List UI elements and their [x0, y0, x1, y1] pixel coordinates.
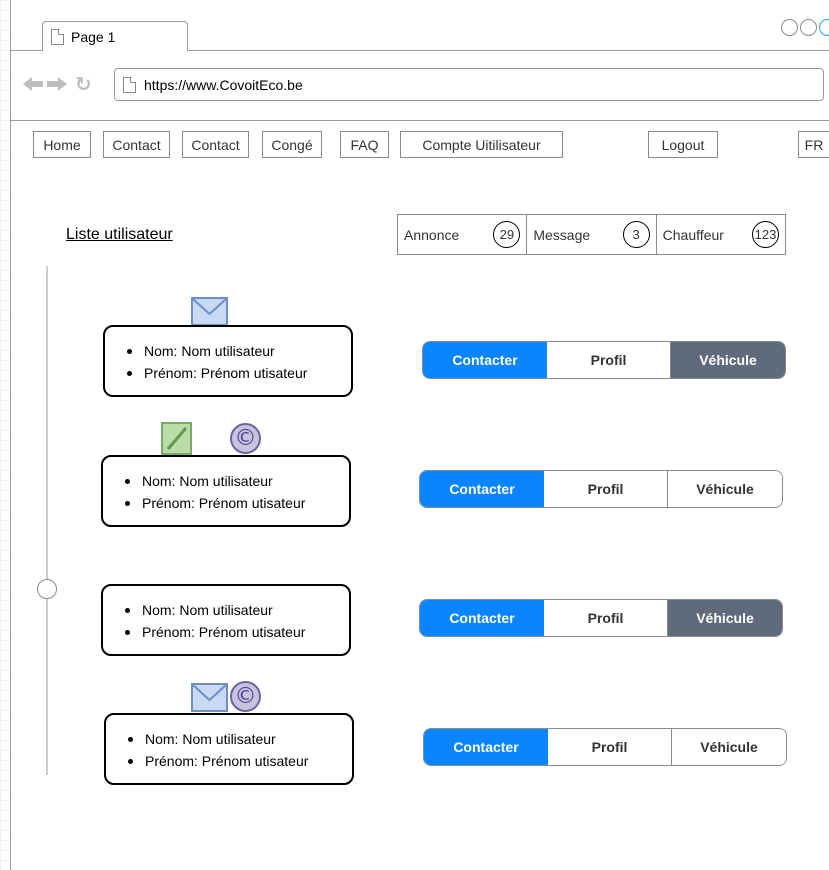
- user-actions: Contacter Profil Véhicule: [419, 470, 783, 508]
- user-nom: Nom: Nom utilisateur: [125, 470, 349, 492]
- nav-contact-button[interactable]: Contact: [103, 131, 170, 158]
- mail-icon[interactable]: [191, 683, 228, 712]
- contacter-button[interactable]: Contacter: [420, 471, 544, 507]
- vehicule-button[interactable]: Véhicule: [668, 600, 782, 636]
- vehicule-button[interactable]: Véhicule: [672, 729, 786, 765]
- address-row: ↻ https://www.CovoitEco.be: [11, 51, 829, 121]
- edit-icon[interactable]: [161, 422, 192, 455]
- timeline-line: [46, 266, 48, 775]
- stat-count-badge: 123: [751, 221, 779, 248]
- stat-chauffeur[interactable]: Chauffeur 123: [657, 215, 785, 254]
- copyright-icon[interactable]: ©: [230, 423, 261, 454]
- user-actions: Contacter Profil Véhicule: [422, 341, 786, 379]
- window-close-icon[interactable]: [819, 19, 829, 36]
- stat-label: Message: [533, 226, 591, 243]
- user-nom: Nom: Nom utilisateur: [128, 728, 352, 750]
- nav-contact-2-button[interactable]: Contact: [182, 131, 249, 158]
- user-card[interactable]: Nom: Nom utilisateur Prénom: Prénom utis…: [101, 455, 351, 527]
- browser-tab[interactable]: Page 1: [42, 21, 188, 52]
- stat-count-badge: 29: [493, 221, 521, 248]
- user-card[interactable]: Nom: Nom utilisateur Prénom: Prénom utis…: [104, 713, 354, 785]
- user-prenom: Prénom: Prénom utisateur: [127, 362, 351, 384]
- window-minimize-icon[interactable]: [781, 19, 798, 36]
- user-nom: Nom: Nom utilisateur: [125, 599, 349, 621]
- user-actions: Contacter Profil Véhicule: [419, 599, 783, 637]
- profil-button[interactable]: Profil: [544, 471, 668, 507]
- page-icon: [123, 76, 136, 93]
- reload-icon[interactable]: ↻: [75, 74, 92, 94]
- user-card[interactable]: Nom: Nom utilisateur Prénom: Prénom utis…: [101, 584, 351, 656]
- back-arrow-icon[interactable]: [23, 77, 43, 91]
- nav-faq-button[interactable]: FAQ: [340, 131, 389, 158]
- user-actions: Contacter Profil Véhicule: [423, 728, 787, 766]
- stat-annonce[interactable]: Annonce 29: [398, 215, 528, 254]
- timeline-handle[interactable]: [37, 579, 57, 599]
- stat-count-badge: 3: [622, 221, 650, 248]
- user-card[interactable]: Nom: Nom utilisateur Prénom: Prénom utis…: [103, 325, 353, 397]
- tab-title: Page 1: [71, 29, 116, 45]
- browser-window: Page 1 ↻ https://www.CovoitEco.be Home C…: [10, 0, 829, 870]
- nav-controls: ↻: [23, 74, 92, 94]
- nav-conge-button[interactable]: Congé: [262, 131, 322, 158]
- copyright-icon[interactable]: ©: [230, 681, 261, 712]
- contacter-button[interactable]: Contacter: [424, 729, 548, 765]
- title-bar: Page 1: [11, 0, 829, 52]
- profil-button[interactable]: Profil: [544, 600, 668, 636]
- stat-label: Chauffeur: [662, 226, 724, 243]
- page-title[interactable]: Liste utilisateur: [66, 226, 173, 244]
- nav-home-button[interactable]: Home: [33, 131, 91, 158]
- nav-compte-button[interactable]: Compte Uitilisateur: [400, 131, 563, 158]
- vehicule-button[interactable]: Véhicule: [671, 342, 785, 378]
- url-text: https://www.CovoitEco.be: [144, 76, 303, 93]
- mail-icon[interactable]: [191, 297, 228, 326]
- profil-button[interactable]: Profil: [548, 729, 672, 765]
- forward-arrow-icon[interactable]: [47, 77, 67, 91]
- nav-logout-button[interactable]: Logout: [648, 131, 718, 158]
- user-prenom: Prénom: Prénom utisateur: [128, 750, 352, 772]
- contacter-button[interactable]: Contacter: [423, 342, 547, 378]
- contacter-button[interactable]: Contacter: [420, 600, 544, 636]
- vehicule-button[interactable]: Véhicule: [668, 471, 782, 507]
- window-maximize-icon[interactable]: [800, 19, 817, 36]
- user-prenom: Prénom: Prénom utisateur: [125, 621, 349, 643]
- user-prenom: Prénom: Prénom utisateur: [125, 492, 349, 514]
- profil-button[interactable]: Profil: [547, 342, 671, 378]
- stats-bar: Annonce 29 Message 3 Chauffeur 123: [397, 214, 786, 255]
- stat-label: Annonce: [404, 226, 460, 243]
- nav-lang-button[interactable]: FR: [798, 131, 829, 158]
- stat-message[interactable]: Message 3: [527, 215, 657, 254]
- window-controls: [781, 19, 829, 36]
- user-nom: Nom: Nom utilisateur: [127, 340, 351, 362]
- page-icon: [51, 29, 64, 45]
- url-bar[interactable]: https://www.CovoitEco.be: [114, 68, 824, 101]
